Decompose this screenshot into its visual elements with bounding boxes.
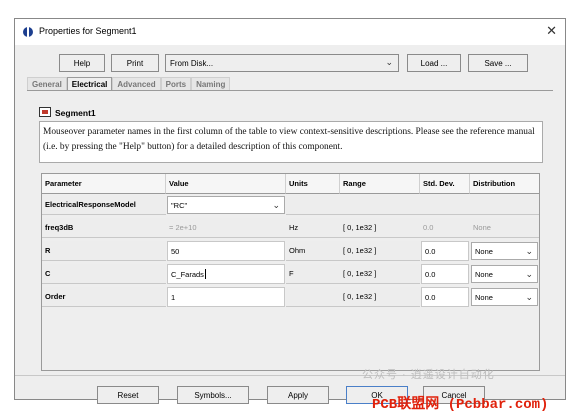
value-cell-freq3db: = 2e+10 [166, 218, 286, 238]
param-name-r: R [42, 241, 166, 261]
source-select[interactable]: From Disk... ⌄ [165, 54, 399, 72]
distribution-select[interactable]: None ⌄ [471, 265, 538, 283]
param-name-electrical-response-model: ElectricalResponseModel [42, 195, 166, 215]
tab-electrical[interactable]: Electrical [66, 77, 113, 90]
range-cell: [ 0, 1e32 ] [340, 218, 420, 238]
param-name-order: Order [42, 287, 166, 307]
text-cursor [204, 269, 206, 279]
units-cell [286, 195, 340, 215]
load-button[interactable]: Load ... [407, 54, 461, 72]
app-globe-icon [23, 27, 33, 37]
range-cell: [ 0, 1e32 ] [340, 287, 420, 307]
chevron-down-icon: ⌄ [525, 292, 533, 302]
std-dev-input[interactable]: 0.0 [421, 287, 469, 307]
help-button[interactable]: Help [59, 54, 105, 72]
range-cell: [ 0, 1e32 ] [340, 264, 420, 284]
value-select-text: "RC" [171, 200, 188, 210]
print-button[interactable]: Print [111, 54, 159, 72]
value-input-r[interactable]: 50 [167, 241, 285, 261]
tab-bar: General Electrical Advanced Ports Naming [27, 77, 231, 90]
component-description: Mouseover parameter names in the first c… [39, 121, 543, 163]
component-name: Segment1 [55, 108, 96, 118]
dialog-body: Help Print From Disk... ⌄ Load ... Save … [15, 45, 565, 404]
units-cell: Ohm [286, 241, 340, 261]
tab-naming[interactable]: Naming [191, 77, 231, 90]
chevron-down-icon: ⌄ [272, 200, 280, 210]
window-title: Properties for Segment1 [39, 26, 137, 36]
column-header-range: Range [340, 174, 420, 194]
tab-ports[interactable]: Ports [160, 77, 192, 90]
value-input-text: C_Farads [171, 269, 204, 279]
close-icon[interactable]: ✕ [546, 23, 557, 39]
segment-component-icon [39, 107, 51, 117]
tab-advanced[interactable]: Advanced [112, 77, 161, 90]
range-cell: [ 0, 1e32 ] [340, 241, 420, 261]
param-name-c: C [42, 264, 166, 284]
value-select-electrical-response-model[interactable]: "RC" ⌄ [167, 196, 285, 214]
std-dev-cell: 0.0 [420, 218, 470, 238]
distribution-select-value: None [475, 246, 493, 256]
chevron-down-icon: ⌄ [385, 57, 393, 67]
distribution-cell [470, 195, 539, 215]
reset-button[interactable]: Reset [97, 386, 159, 404]
source-select-value: From Disk... [170, 58, 214, 68]
symbols-button[interactable]: Symbols... [177, 386, 249, 404]
tab-divider [27, 90, 553, 91]
units-cell: Hz [286, 218, 340, 238]
param-name-freq3db: freq3dB [42, 218, 166, 238]
units-cell [286, 287, 340, 307]
column-header-units: Units [286, 174, 340, 194]
distribution-cell: None [470, 218, 539, 238]
chevron-down-icon: ⌄ [525, 269, 533, 279]
column-header-value: Value [166, 174, 286, 194]
units-cell: F [286, 264, 340, 284]
std-dev-input[interactable]: 0.0 [421, 264, 469, 284]
wechat-watermark: 公众号 · 逍遥设计自动化 [362, 369, 495, 381]
column-header-std-dev: Std. Dev. [420, 174, 470, 194]
chevron-down-icon: ⌄ [525, 246, 533, 256]
std-dev-cell [420, 195, 470, 215]
column-header-parameter: Parameter [42, 174, 166, 194]
value-input-order[interactable]: 1 [167, 287, 285, 307]
distribution-select[interactable]: None ⌄ [471, 288, 538, 306]
parameter-table: Parameter Value Units Range Std. Dev. Di… [41, 173, 540, 371]
site-watermark: PCB联盟网 (Pcbbar.com) [372, 397, 549, 413]
distribution-select-value: None [475, 269, 493, 279]
tab-general[interactable]: General [27, 77, 67, 90]
distribution-select-value: None [475, 292, 493, 302]
column-header-distribution: Distribution [470, 174, 539, 194]
properties-dialog: Properties for Segment1 ✕ Help Print Fro… [14, 18, 566, 404]
apply-button[interactable]: Apply [267, 386, 329, 404]
save-button[interactable]: Save ... [468, 54, 528, 72]
title-bar: Properties for Segment1 ✕ [15, 19, 565, 45]
distribution-select[interactable]: None ⌄ [471, 242, 538, 260]
electrical-panel: Segment1 Mouseover parameter names in th… [39, 104, 543, 372]
std-dev-input[interactable]: 0.0 [421, 241, 469, 261]
range-cell [340, 195, 420, 215]
value-input-c[interactable]: C_Farads [167, 264, 285, 284]
